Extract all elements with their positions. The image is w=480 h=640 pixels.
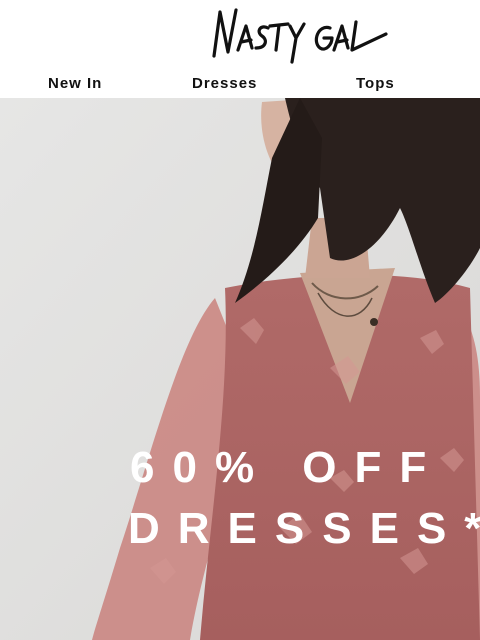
promo-overlay: 60% OFF DRESSES* — [0, 98, 480, 640]
nav-item-dresses[interactable]: Dresses — [192, 75, 257, 92]
nav-item-new-in[interactable]: New In — [48, 75, 102, 92]
brand-logo-wordmark — [212, 8, 388, 64]
promo-subheadline: DRESSES* — [128, 504, 480, 553]
header: New In Dresses Tops — [0, 0, 480, 98]
main-nav: New In Dresses Tops — [0, 70, 480, 98]
brand-logo[interactable] — [206, 4, 392, 66]
promo-headline: 60% OFF — [130, 443, 445, 492]
hero-banner[interactable]: 60% OFF DRESSES* — [0, 98, 480, 640]
nav-item-tops[interactable]: Tops — [356, 75, 395, 92]
